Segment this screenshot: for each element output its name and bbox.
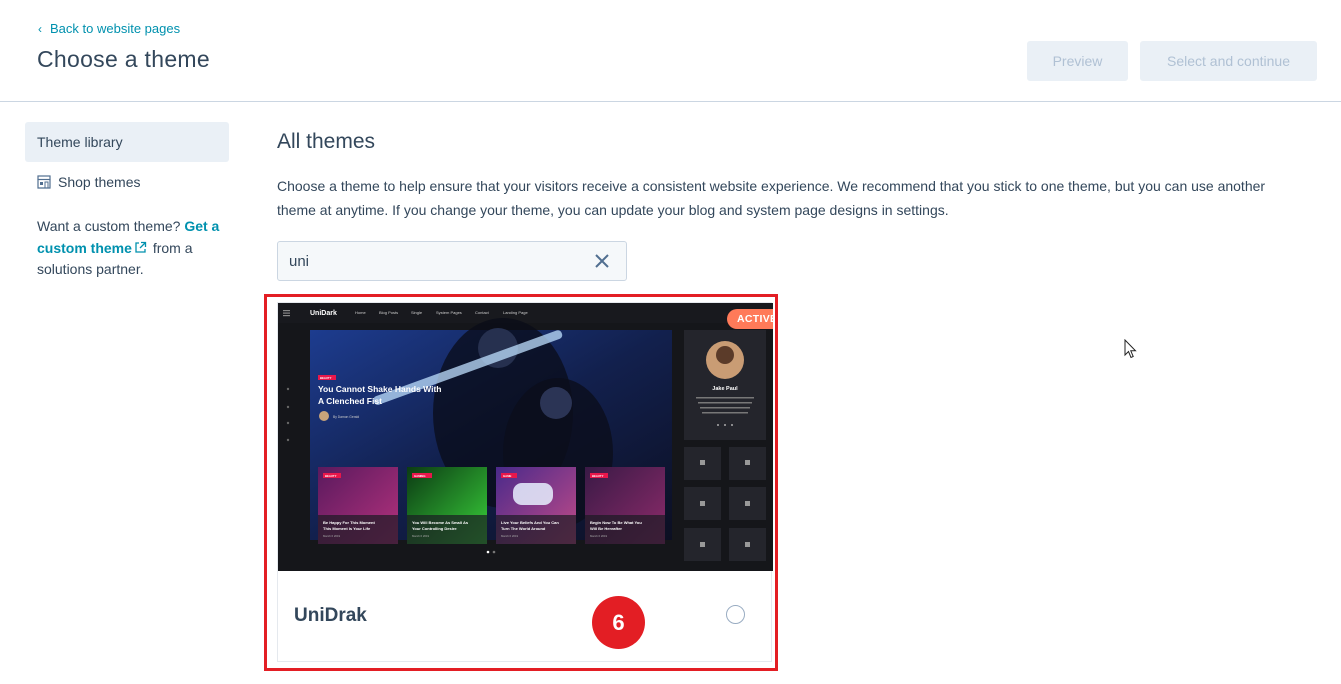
preview-post-title: This Moment Is Your Life [323, 526, 371, 531]
mouse-cursor-icon [1124, 339, 1137, 359]
select-and-continue-button[interactable]: Select and continue [1140, 41, 1317, 81]
preview-post-date: March 6 2019 [412, 534, 430, 538]
preview-post-card: BEAUTY Be Happy For This Moment This Mom… [318, 467, 398, 544]
clear-search-icon[interactable] [594, 253, 610, 269]
preview-button[interactable]: Preview [1027, 41, 1128, 81]
preview-post-card: BEAUTY Begin Now To Be What You Will Be … [585, 467, 665, 544]
search-input[interactable]: uni [277, 241, 627, 281]
preview-post-card: GAMING You Will Become As Small As Your … [407, 467, 487, 544]
custom-theme-prefix: Want a custom theme? [37, 218, 181, 234]
section-description: Choose a theme to help ensure that your … [277, 178, 1266, 218]
external-link-icon [134, 239, 147, 253]
theme-preview-image: UniDark Home Blog Posts Single System Pa… [278, 303, 773, 571]
sidebar-item-shop-themes[interactable]: Shop themes [25, 162, 229, 202]
preview-post-title: Turn The World Around [501, 526, 546, 531]
sidebar-item-label: Shop themes [58, 174, 141, 190]
back-link-label: Back to website pages [50, 21, 181, 36]
store-icon [37, 175, 51, 189]
preview-post-date: March 6 2019 [501, 534, 519, 538]
sidebar-item-label: Theme library [37, 134, 123, 150]
main-content: All themes Choose a theme to help ensure… [277, 125, 1317, 222]
preview-nav-item: Single [411, 310, 423, 315]
custom-theme-note: Want a custom theme? Get a custom theme … [25, 216, 229, 281]
preview-post-title: Be Happy For This Moment [323, 520, 375, 525]
page-header: ‹ Back to website pages Choose a theme P… [0, 0, 1341, 102]
preview-post-tag: GAME [503, 474, 512, 478]
page-title: Choose a theme [37, 46, 210, 72]
preview-post-tag: BEAUTY [325, 474, 337, 478]
step-number-badge: 6 [592, 596, 645, 649]
preview-post-tag: GAMING [414, 474, 426, 478]
theme-select-radio[interactable] [726, 605, 745, 624]
preview-post-title: You Will Become As Small As [412, 520, 469, 525]
preview-hero-tag: BEAUTY [320, 376, 332, 380]
sidebar: Theme library Shop themes Want a custom … [25, 122, 229, 281]
preview-hero-author: By Damon Gerald [333, 415, 359, 419]
section-title: All themes [277, 130, 376, 153]
preview-post-date: March 6 2019 [323, 534, 341, 538]
preview-post-card: GAME Live Your Beliefs And You Can Turn … [496, 467, 576, 544]
preview-post-title: Begin Now To Be What You [590, 520, 642, 525]
preview-post-title: Your Controlling Desire [412, 526, 457, 531]
preview-nav-item: Blog Posts [379, 310, 398, 315]
preview-logo: UniDark [310, 310, 337, 317]
preview-nav-item: Home [355, 310, 366, 315]
preview-post-date: March 6 2019 [590, 534, 608, 538]
sidebar-item-theme-library[interactable]: Theme library [25, 122, 229, 162]
preview-post-title: Live Your Beliefs And You Can [501, 520, 559, 525]
search-input-value: uni [289, 252, 310, 270]
preview-post-title: Will Be Hereafter [590, 526, 622, 531]
preview-post-tag: BEAUTY [592, 474, 604, 478]
chevron-left-icon: ‹ [38, 21, 42, 36]
preview-nav-item: System Pages [436, 310, 462, 315]
preview-hero-title-line1: You Cannot Shake Hands With [318, 384, 442, 394]
theme-card[interactable]: UniDark Home Blog Posts Single System Pa… [277, 302, 773, 662]
theme-name: UniDrak [294, 605, 367, 626]
back-link[interactable]: ‹ Back to website pages [38, 21, 180, 36]
preview-profile-name: Jake Paul [712, 386, 738, 392]
preview-hero-title-line2: A Clenched Fist [318, 396, 382, 406]
preview-nav-item: Contact [475, 310, 490, 315]
preview-nav-item: Landing Page [503, 310, 528, 315]
active-badge: ACTIVE [727, 309, 773, 329]
